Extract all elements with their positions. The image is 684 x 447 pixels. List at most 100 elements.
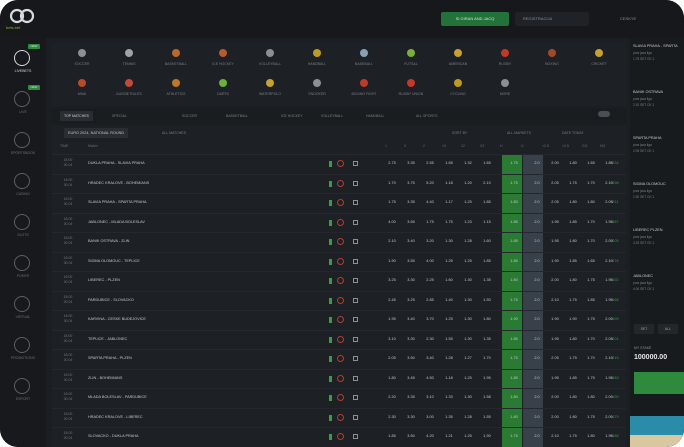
odds-cell[interactable]: 3.30 (404, 278, 418, 282)
match-name[interactable]: SLAVIA PRAHA - SPARTA PRAHA (88, 200, 147, 204)
odds-cell[interactable]: 3.50 (404, 434, 418, 438)
favorite-icon[interactable] (337, 316, 344, 323)
sidebar-item-poker[interactable]: POKER (0, 249, 46, 289)
favorite-icon[interactable] (337, 374, 344, 382)
odds-cell[interactable]: 1.25 (461, 434, 475, 438)
odds-cell[interactable]: 1.90 (385, 259, 399, 263)
odds-cell[interactable]: 2.55 (423, 161, 437, 165)
betslip-entry[interactable]: LIBEREC PLZEN prva jaca liga 3.25 SET CK 1 (633, 228, 683, 272)
stats-icon[interactable] (353, 356, 358, 361)
odds-cell[interactable]: 4.00 (423, 259, 437, 263)
odds-cell[interactable]: 2.0 (530, 317, 544, 321)
odds-cell[interactable]: 1.75 (566, 181, 580, 185)
odds-cell[interactable]: 4.00 (385, 220, 399, 224)
odds-cell[interactable]: 1.80 (584, 395, 598, 399)
odds-cell[interactable]: 2.0 (530, 337, 544, 341)
sport-rugby-union[interactable]: RUGBY UNION (387, 76, 435, 102)
sport-volleyball[interactable]: VOLLEYBALL (246, 46, 294, 72)
odds-cell[interactable]: 3.25 (404, 298, 418, 302)
odds-cell[interactable]: 1.80 (584, 200, 598, 204)
odds-cell[interactable]: 1.75 (566, 356, 580, 360)
odds-cell[interactable]: 1.75 (507, 298, 521, 302)
odds-cell[interactable]: 1.35 (442, 415, 456, 419)
stats-icon[interactable] (353, 200, 358, 205)
odds-cell[interactable]: 2.30 (423, 337, 437, 341)
more-markets-link[interactable]: +205 (610, 239, 619, 243)
sidebar-item-slots[interactable]: SLOTS (0, 208, 46, 248)
odds-cell[interactable]: 1.85 (385, 434, 399, 438)
odds-cell[interactable]: 1.50 (480, 298, 494, 302)
odds-cell[interactable]: 1.80 (507, 278, 521, 282)
stats-icon[interactable] (353, 336, 358, 342)
table-row[interactable]: 18:00 30.04 SPARTA PRAHA - PLZEN 2.05 3.50 3.… (52, 349, 626, 369)
sidebar-item-live[interactable]: LIVE NEW (0, 85, 46, 125)
more-markets-link[interactable]: +211 (610, 200, 618, 204)
sidebar-item-livebets[interactable]: LIVEBETS NEW (0, 44, 46, 84)
sidebar-item-promotions[interactable]: PROMOTIONS (0, 331, 46, 371)
odds-cell[interactable]: 5.20 (423, 181, 437, 185)
stats-icon[interactable] (353, 161, 358, 166)
login-button[interactable]: SI GIRAN AND JACQ (441, 12, 509, 26)
stats-icon[interactable] (353, 180, 358, 186)
betslip-entry[interactable]: JABLONEC prva jaca liga 4.00 SET CK 1 (633, 274, 683, 318)
odds-cell[interactable]: 1.95 (480, 376, 494, 380)
sport-more[interactable]: MORE (481, 76, 529, 102)
odds-cell[interactable]: 3.30 (404, 415, 418, 419)
promo-banner[interactable] (630, 416, 684, 447)
more-markets-link[interactable]: +187 (610, 220, 619, 224)
match-name[interactable]: HRADEC KRALOVE - LIBEREC (88, 415, 143, 419)
odds-cell[interactable]: 1.15 (480, 220, 494, 224)
betslip-entry[interactable]: BANIK OSTRAVA prva jaca liga 2.10 SET CK 1 (633, 90, 683, 134)
odds-cell[interactable]: 3.35 (404, 395, 418, 399)
betslip-entry[interactable]: SLAVIA PRAHA - SPARTA prva jaca liga 1.75 … (633, 44, 683, 88)
favorite-icon[interactable] (337, 160, 344, 167)
odds-cell[interactable]: 2.10 (480, 181, 494, 185)
odds-cell[interactable]: 1.80 (584, 434, 598, 438)
odds-cell[interactable]: 1.75 (507, 181, 521, 185)
match-name[interactable]: JABLONEC - MLADA BOLESLAV (88, 220, 145, 224)
tab-basketball[interactable]: BASKETBALL (222, 111, 252, 121)
match-name[interactable]: LIBEREC - PLZEN (88, 278, 120, 282)
odds-cell[interactable]: 2.0 (530, 278, 544, 282)
odds-cell[interactable]: 3.20 (423, 239, 437, 243)
odds-cell[interactable]: 2.0 (530, 220, 544, 224)
more-markets-link[interactable]: +176 (610, 259, 619, 263)
more-markets-link[interactable]: +198 (610, 181, 619, 185)
sport-futsal[interactable]: FUTSAL (387, 46, 435, 72)
table-row[interactable]: 18:00 30.04 TEPLICE - JABLONEC 3.10 3.30 2.30… (52, 329, 626, 350)
odds-cell[interactable]: 2.0 (530, 259, 544, 263)
odds-cell[interactable]: 3.75 (404, 181, 418, 185)
tab-handball[interactable]: HANDBALL (362, 111, 388, 121)
stats-icon[interactable] (353, 434, 358, 439)
sport-athletics[interactable]: ATHLETICS (152, 76, 200, 102)
odds-cell[interactable]: 1.85 (566, 259, 580, 263)
place-bet-button[interactable] (634, 372, 684, 394)
odds-cell[interactable]: 1.25 (442, 259, 456, 263)
odds-cell[interactable]: 2.10 (548, 434, 562, 438)
odds-cell[interactable]: 1.65 (584, 161, 598, 165)
odds-cell[interactable]: 3.65 (404, 220, 418, 224)
view-toggle[interactable] (598, 111, 610, 117)
odds-cell[interactable]: 1.85 (507, 220, 521, 224)
sport-handball[interactable]: HANDBALL (293, 46, 341, 72)
sport-snooker[interactable]: SNOOKER (293, 76, 341, 102)
odds-cell[interactable]: 1.17 (442, 200, 456, 204)
odds-cell[interactable]: 1.28 (442, 356, 456, 360)
odds-cell[interactable]: 1.70 (584, 337, 598, 341)
odds-cell[interactable]: 3.35 (404, 161, 418, 165)
odds-cell[interactable]: 1.70 (385, 181, 399, 185)
odds-cell[interactable]: 3.00 (423, 415, 437, 419)
odds-cell[interactable]: 2.00 (548, 278, 562, 282)
table-row[interactable]: 18:00 30.04 ZLIN - BOHEMIANS 1.80 3.45 4.50 1.… (52, 368, 626, 389)
odds-cell[interactable]: 3.30 (404, 337, 418, 341)
odds-cell[interactable]: 1.75 (584, 376, 598, 380)
odds-cell[interactable]: 3.25 (385, 278, 399, 282)
odds-cell[interactable]: 1.30 (461, 395, 475, 399)
favorite-icon[interactable] (337, 335, 344, 343)
stats-icon[interactable] (353, 278, 358, 283)
table-row[interactable]: 18:00 30.04 DUKLA PRAHA - SLAVIA PRAHA 2.75… (52, 154, 626, 174)
odds-cell[interactable]: 1.70 (480, 356, 494, 360)
odds-cell[interactable]: 1.95 (548, 220, 562, 224)
odds-cell[interactable]: 1.85 (507, 259, 521, 263)
favorite-icon[interactable] (337, 238, 344, 245)
